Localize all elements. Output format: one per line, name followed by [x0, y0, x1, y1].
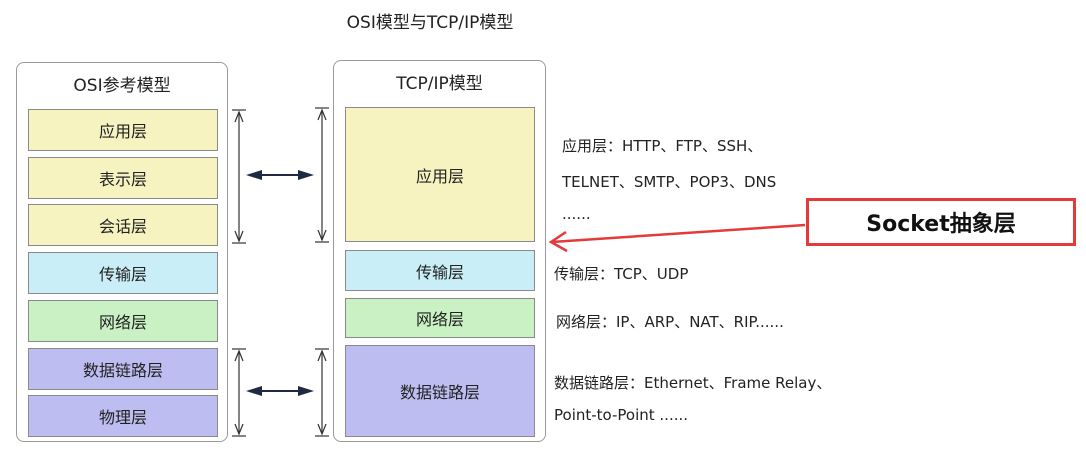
socket-pointer-arrow [548, 223, 806, 253]
osi-lower-range-bracket [232, 348, 246, 437]
upper-mapping-arrow [246, 170, 314, 180]
note-application-line1: 应用层：HTTP、FTP、SSH、 [562, 137, 763, 155]
note-transport: 传输层：TCP、UDP [554, 265, 689, 283]
note-datalink-line1: 数据链路层：Ethernet、Frame Relay、 [554, 374, 832, 392]
note-network: 网络层：IP、ARP、NAT、RIP...... [556, 313, 784, 331]
tcpip-upper-range-bracket [315, 107, 329, 243]
lower-mapping-arrow [246, 386, 314, 396]
tcpip-lower-range-bracket [315, 348, 329, 437]
osi-upper-range-bracket [232, 109, 246, 244]
socket-layer-box: Socket抽象层 [806, 198, 1076, 246]
note-datalink-line2: Point-to-Point ...... [554, 406, 689, 424]
note-application-line2: TELNET、SMTP、POP3、DNS [562, 173, 777, 191]
note-application-line3: ...... [562, 205, 591, 223]
